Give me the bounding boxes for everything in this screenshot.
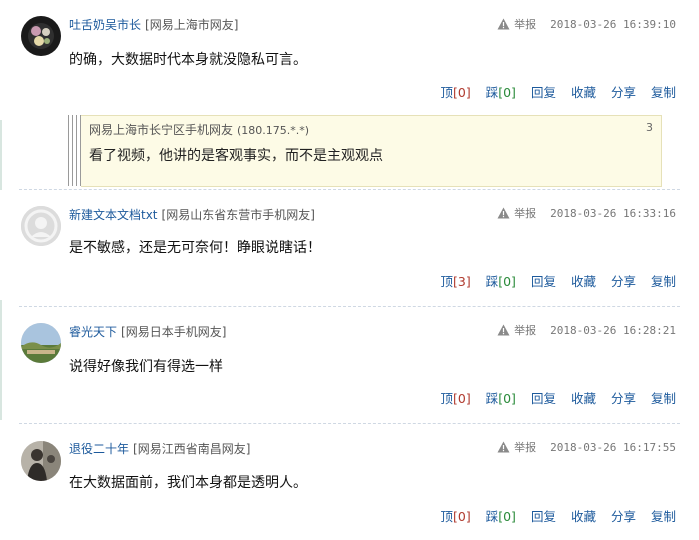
- warning-icon: [497, 18, 510, 33]
- comment-meta: 举报 2018-03-26 16:39:10: [497, 16, 676, 33]
- copy-button[interactable]: 复制: [651, 274, 676, 289]
- downvote-button[interactable]: 踩[0]: [486, 274, 516, 289]
- quote-floor-number: 3: [646, 121, 653, 134]
- downvote-button[interactable]: 踩[0]: [486, 509, 516, 524]
- warning-icon: [497, 324, 510, 339]
- downvote-button[interactable]: 踩[0]: [486, 391, 516, 406]
- quote-header: 网易上海市长宁区手机网友 (180.175.*.*): [89, 121, 309, 138]
- reply-button[interactable]: 回复: [531, 85, 556, 100]
- quote-nesting-lines: [67, 115, 81, 186]
- comment-text: 是不敏感，还是无可奈何！睁眼说瞎话！: [69, 240, 321, 256]
- timestamp: 2018-03-26 16:17:55: [550, 441, 676, 454]
- upvote-count: [0]: [452, 391, 471, 406]
- comment-actions: 顶[0] 踩[0] 回复 收藏 分享 复制: [425, 82, 676, 101]
- share-button[interactable]: 分享: [611, 509, 636, 524]
- user-location: [网易山东省东营市手机网友]: [161, 208, 315, 222]
- username-link[interactable]: 退役二十年: [69, 442, 129, 456]
- reply-button[interactable]: 回复: [531, 509, 556, 524]
- favorite-button[interactable]: 收藏: [571, 509, 596, 524]
- quoted-comment: 网易上海市长宁区手机网友 (180.175.*.*) 3 看了视频，他讲的是客观事…: [81, 115, 662, 187]
- comment-actions: 顶[0] 踩[0] 回复 收藏 分享 复制: [425, 388, 676, 407]
- comment-item: 吐舌奶吴市长 [网易上海市网友] 举报 2018-03-26 16:39:10 的确…: [0, 0, 699, 190]
- avatar[interactable]: [21, 323, 61, 363]
- report-button[interactable]: 举报: [514, 207, 536, 220]
- timestamp: 2018-03-26 16:39:10: [550, 18, 676, 31]
- report-button[interactable]: 举报: [514, 324, 536, 337]
- share-button[interactable]: 分享: [611, 391, 636, 406]
- copy-button[interactable]: 复制: [651, 85, 676, 100]
- user-line: 睿光天下 [网易日本手机网友]: [69, 323, 226, 340]
- downvote-button[interactable]: 踩[0]: [486, 85, 516, 100]
- comment-text: 的确，大数据时代本身就没隐私可言。: [69, 52, 307, 68]
- quote-ip: (180.175.*.*): [237, 124, 310, 137]
- quote-text: 看了视频，他讲的是客观事实，而不是主观观点: [89, 148, 383, 164]
- timestamp: 2018-03-26 16:33:16: [550, 207, 676, 220]
- avatar-image: [21, 323, 61, 363]
- comment-item: 新建文本文档txt [网易山东省东营市手机网友] 举报 2018-03-26 16:…: [0, 190, 699, 306]
- upvote-button[interactable]: 顶[0]: [440, 391, 470, 406]
- reply-button[interactable]: 回复: [531, 391, 556, 406]
- copy-button[interactable]: 复制: [651, 509, 676, 524]
- upvote-count: [3]: [452, 274, 471, 289]
- upvote-count: [0]: [452, 509, 471, 524]
- comment-text: 说得好像我们有得选一样: [69, 359, 223, 375]
- comment-text: 在大数据面前，我们本身都是透明人。: [69, 475, 307, 491]
- downvote-count: [0]: [498, 391, 516, 406]
- default-avatar-icon: [21, 206, 61, 246]
- downvote-count: [0]: [498, 274, 516, 289]
- upvote-count: [0]: [452, 85, 471, 100]
- copy-button[interactable]: 复制: [651, 391, 676, 406]
- favorite-button[interactable]: 收藏: [571, 391, 596, 406]
- user-line: 吐舌奶吴市长 [网易上海市网友]: [69, 16, 238, 33]
- share-button[interactable]: 分享: [611, 85, 636, 100]
- comment-meta: 举报 2018-03-26 16:33:16: [497, 205, 676, 222]
- username-link[interactable]: 吐舌奶吴市长: [69, 18, 141, 32]
- warning-icon: [497, 441, 510, 456]
- share-button[interactable]: 分享: [611, 274, 636, 289]
- reply-button[interactable]: 回复: [531, 274, 556, 289]
- downvote-count: [0]: [498, 509, 516, 524]
- avatar-image: [21, 16, 61, 56]
- report-button[interactable]: 举报: [514, 441, 536, 454]
- upvote-button[interactable]: 顶[0]: [440, 509, 470, 524]
- downvote-count: [0]: [498, 85, 516, 100]
- username-link[interactable]: 新建文本文档txt: [69, 208, 158, 222]
- comment-actions: 顶[0] 踩[0] 回复 收藏 分享 复制: [425, 506, 676, 525]
- user-location: [网易日本手机网友]: [121, 325, 227, 339]
- comment-meta: 举报 2018-03-26 16:17:55: [497, 439, 676, 456]
- comment-meta: 举报 2018-03-26 16:28:21: [497, 322, 676, 339]
- avatar[interactable]: [21, 16, 61, 56]
- user-location: [网易江西省南昌网友]: [133, 442, 251, 456]
- username-link[interactable]: 睿光天下: [69, 325, 117, 339]
- avatar-image: [21, 441, 61, 481]
- upvote-button[interactable]: 顶[0]: [440, 85, 470, 100]
- user-line: 退役二十年 [网易江西省南昌网友]: [69, 440, 250, 457]
- comment-actions: 顶[3] 踩[0] 回复 收藏 分享 复制: [425, 271, 676, 290]
- favorite-button[interactable]: 收藏: [571, 274, 596, 289]
- upvote-button[interactable]: 顶[3]: [440, 274, 470, 289]
- comment-item: 退役二十年 [网易江西省南昌网友] 举报 2018-03-26 16:17:55 在…: [0, 424, 699, 540]
- warning-icon: [497, 207, 510, 222]
- timestamp: 2018-03-26 16:28:21: [550, 324, 676, 337]
- comment-item: 睿光天下 [网易日本手机网友] 举报 2018-03-26 16:28:21 说得好…: [0, 307, 699, 423]
- user-line: 新建文本文档txt [网易山东省东营市手机网友]: [69, 206, 315, 223]
- report-button[interactable]: 举报: [514, 18, 536, 31]
- quote-username[interactable]: 网易上海市长宁区手机网友: [89, 123, 233, 137]
- avatar[interactable]: [21, 441, 61, 481]
- favorite-button[interactable]: 收藏: [571, 85, 596, 100]
- avatar[interactable]: [21, 206, 61, 246]
- user-location: [网易上海市网友]: [145, 18, 239, 32]
